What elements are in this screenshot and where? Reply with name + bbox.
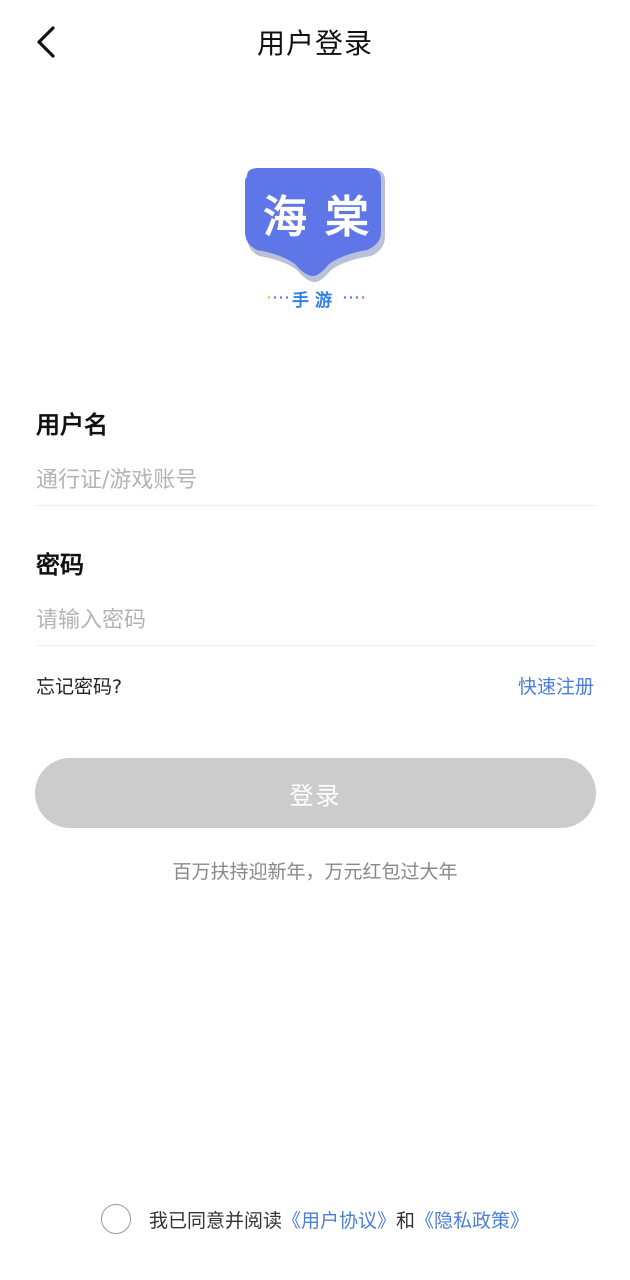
privacy-policy-link[interactable]: 《隐私政策》: [415, 1206, 529, 1233]
username-input[interactable]: [36, 456, 596, 506]
logo-char-2: 棠: [325, 192, 369, 243]
logo-badge: 海 棠: [245, 168, 385, 282]
agreement-radio[interactable]: [100, 1204, 131, 1234]
username-label: 用户名: [36, 411, 108, 439]
page-title: 用户登录: [256, 27, 373, 60]
login-button[interactable]: 登录: [35, 758, 596, 828]
logo-char-1: 海: [263, 192, 307, 243]
agreement-conjunction: 和: [396, 1209, 416, 1232]
header: 用户登录: [0, 0, 630, 82]
password-label: 密码: [36, 551, 84, 579]
login-page: 用户登录 海 棠 手游 用户名 密码 忘记密码? 快速注册 登录 百万扶持迎新年…: [0, 0, 630, 1280]
user-agreement-link[interactable]: 《用户协议》: [282, 1206, 396, 1233]
agreement-prefix: 我已同意并阅读: [148, 1209, 282, 1232]
agreement-row: 我已同意并阅读 《用户协议》 和 《隐私政策》: [0, 1204, 630, 1234]
app-logo: 海 棠 手游: [241, 166, 389, 316]
logo-subtitle: 手游: [292, 291, 338, 311]
logo-dots-right: [343, 296, 365, 299]
promo-text: 百万扶持迎新年，万元红包过大年: [172, 861, 458, 883]
quick-register-link[interactable]: 快速注册: [518, 672, 594, 699]
password-input[interactable]: [36, 596, 596, 646]
forgot-password-link[interactable]: 忘记密码?: [36, 672, 122, 699]
